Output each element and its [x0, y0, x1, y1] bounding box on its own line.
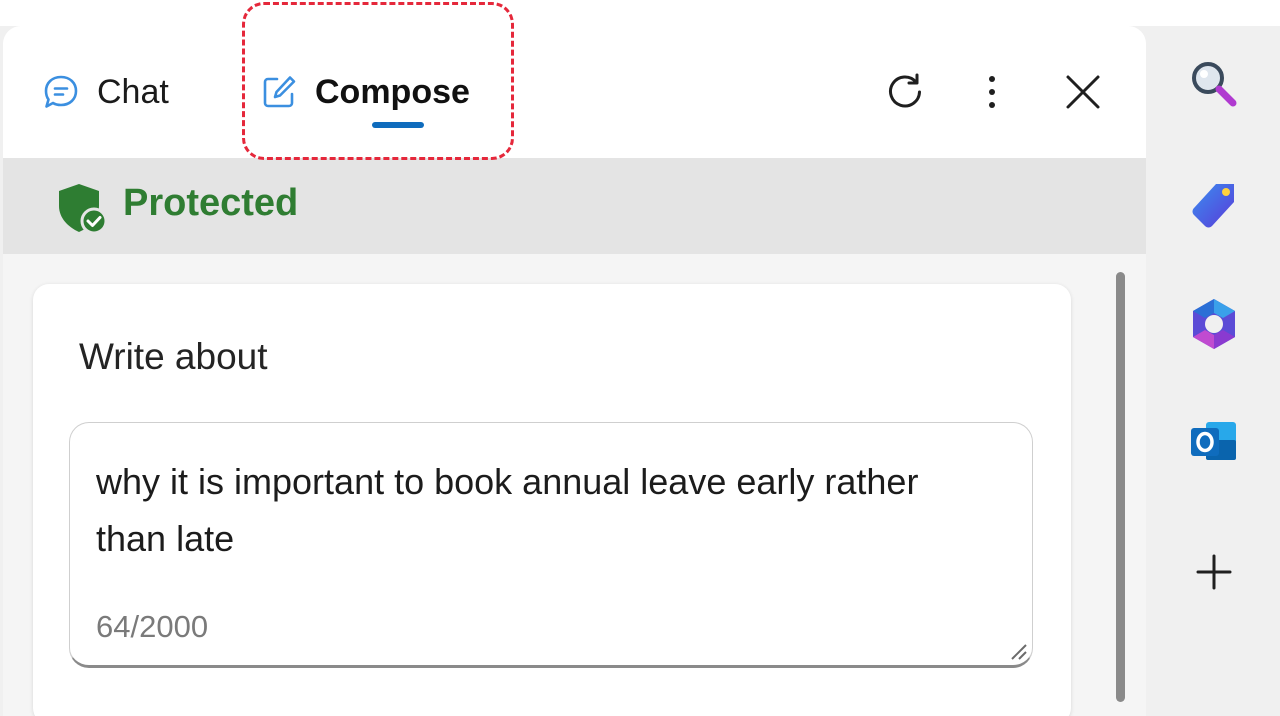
resize-handle-icon[interactable] — [1006, 639, 1028, 661]
tab-chat-label: Chat — [97, 72, 169, 111]
close-button[interactable] — [1055, 66, 1111, 122]
panel-header: Chat Compose — [3, 26, 1146, 160]
write-about-title: Write about — [79, 336, 268, 377]
sidebar-add-button[interactable] — [1186, 546, 1242, 602]
shopping-tag-icon — [1188, 180, 1240, 237]
protected-label: Protected — [123, 182, 299, 224]
write-about-card: Write about why it is important to book … — [33, 284, 1071, 716]
sidebar-shopping-button[interactable] — [1186, 180, 1242, 236]
sidebar-m365-button[interactable] — [1186, 298, 1242, 354]
protection-status-bar: Protected — [3, 158, 1146, 254]
search-icon — [1188, 58, 1240, 115]
shield-check-icon — [57, 182, 109, 236]
tab-chat[interactable]: Chat — [41, 26, 169, 158]
sidebar-outlook-button[interactable] — [1186, 416, 1242, 472]
topic-textarea[interactable]: why it is important to book annual leave… — [69, 422, 1033, 668]
sidebar-search-button[interactable] — [1186, 58, 1242, 114]
microsoft-365-icon — [1188, 296, 1240, 357]
outlook-icon — [1188, 416, 1240, 473]
more-options-button[interactable] — [964, 66, 1020, 122]
compose-tab-highlight — [242, 2, 514, 160]
compose-content: Write about why it is important to book … — [3, 254, 1146, 716]
add-icon — [1194, 552, 1234, 597]
refresh-icon — [883, 70, 927, 119]
chat-icon — [41, 72, 81, 112]
close-icon — [1065, 74, 1101, 115]
refresh-button[interactable] — [877, 66, 933, 122]
character-counter: 64/2000 — [96, 609, 209, 644]
copilot-panel: Chat Compose Protected Write about why i… — [3, 26, 1146, 716]
more-options-icon — [986, 74, 998, 115]
window-top-strip — [0, 0, 1280, 26]
panel-scrollbar[interactable] — [1116, 272, 1125, 702]
topic-text: why it is important to book annual leave… — [96, 461, 919, 559]
